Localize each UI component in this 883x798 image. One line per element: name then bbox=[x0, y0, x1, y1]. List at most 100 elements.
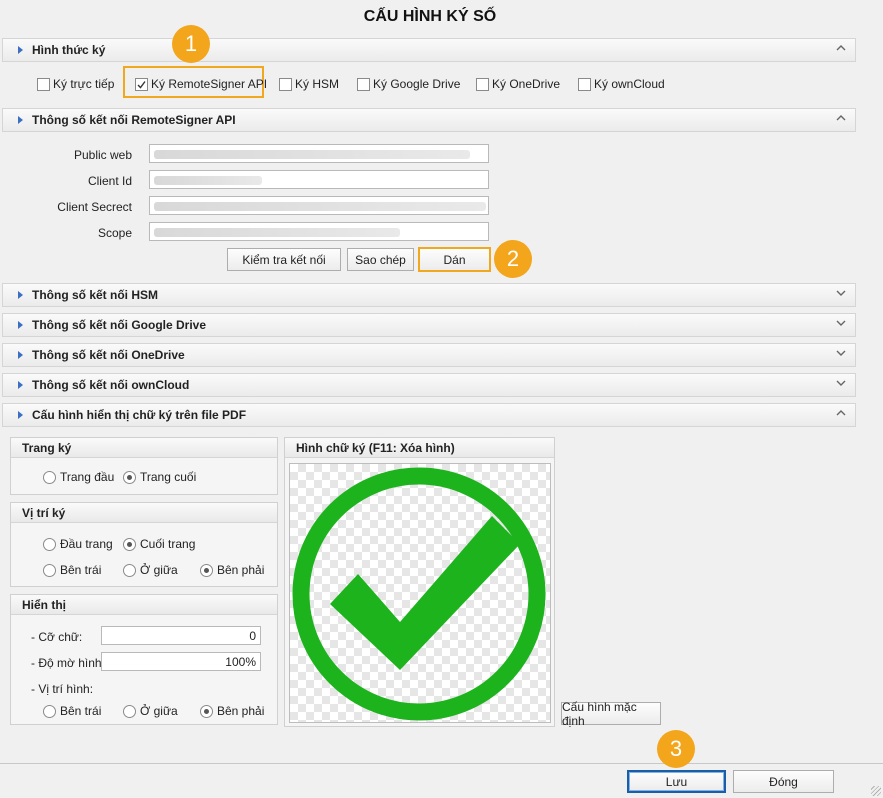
signature-image-area[interactable] bbox=[289, 463, 551, 723]
redacted-value bbox=[154, 176, 262, 185]
radio-circle[interactable] bbox=[43, 537, 56, 551]
group-display: Hiển thị - Cỡ chữ: 0 - Độ mờ hình: 100% … bbox=[10, 594, 278, 725]
radio-label: Cuối trang bbox=[140, 537, 196, 551]
checkbox-hsm[interactable]: Ký HSM bbox=[279, 77, 339, 91]
radio-circle[interactable] bbox=[43, 563, 56, 577]
radio-left[interactable]: Bên trái bbox=[43, 563, 101, 577]
section-label: Thông số kết nối Google Drive bbox=[32, 318, 207, 332]
check-icon bbox=[137, 80, 146, 89]
public-web-input[interactable] bbox=[149, 144, 489, 163]
radio-label: Trang đầu bbox=[60, 470, 115, 484]
default-config-button[interactable]: Cấu hình mặc định bbox=[561, 700, 661, 728]
expand-arrow-icon bbox=[18, 321, 23, 329]
expand-arrow-icon bbox=[18, 411, 23, 419]
radio-last-page[interactable]: Trang cuối bbox=[123, 470, 196, 484]
section-onedrive[interactable]: Thông số kết nối OneDrive bbox=[2, 343, 856, 367]
redacted-value bbox=[154, 228, 400, 237]
font-size-input[interactable]: 0 bbox=[101, 626, 261, 645]
client-id-label: Client Id bbox=[87, 174, 132, 188]
checkbox-owncloud[interactable]: Ký ownCloud bbox=[578, 77, 665, 91]
checkbox-remotesigner[interactable]: Ký RemoteSigner API bbox=[135, 77, 267, 91]
radio-image-left[interactable]: Bên trái bbox=[43, 704, 101, 718]
section-hsm[interactable]: Thông số kết nối HSM bbox=[2, 283, 856, 307]
chevron-up-icon[interactable] bbox=[836, 44, 846, 52]
step-badge-1: 1 bbox=[172, 25, 210, 63]
checkbox-onedrive[interactable]: Ký OneDrive bbox=[476, 77, 560, 91]
save-button[interactable]: Lưu bbox=[627, 770, 726, 793]
footer-divider bbox=[0, 763, 883, 764]
checkbox-box[interactable] bbox=[135, 77, 148, 91]
checkbox-box[interactable] bbox=[578, 77, 591, 91]
chevron-down-icon[interactable] bbox=[836, 349, 846, 357]
radio-circle[interactable] bbox=[123, 563, 136, 577]
checkbox-box[interactable] bbox=[279, 77, 292, 91]
group-header: Hiển thị bbox=[11, 595, 277, 615]
radio-image-middle[interactable]: Ở giữa bbox=[123, 704, 178, 718]
radio-circle[interactable] bbox=[123, 704, 136, 718]
expand-arrow-icon bbox=[18, 381, 23, 389]
radio-first-page[interactable]: Trang đầu bbox=[43, 470, 114, 484]
close-button[interactable]: Đóng bbox=[733, 770, 834, 793]
checkbox-direct-sign[interactable]: Ký trực tiếp bbox=[37, 77, 114, 91]
chevron-down-icon[interactable] bbox=[836, 379, 846, 387]
radio-circle[interactable] bbox=[123, 537, 136, 551]
chevron-down-icon[interactable] bbox=[836, 289, 846, 297]
checkbox-label: Ký OneDrive bbox=[492, 77, 561, 91]
section-label: Thông số kết nối RemoteSigner API bbox=[32, 113, 236, 127]
chevron-down-icon[interactable] bbox=[836, 319, 846, 327]
chevron-up-icon[interactable] bbox=[836, 114, 846, 122]
expand-arrow-icon bbox=[18, 116, 23, 124]
radio-circle[interactable] bbox=[43, 704, 56, 718]
radio-right[interactable]: Bên phải bbox=[200, 563, 264, 577]
test-connection-button[interactable]: Kiểm tra kết nối bbox=[227, 248, 341, 271]
group-header: Hình chữ ký (F11: Xóa hình) bbox=[285, 438, 554, 458]
checkbox-label: Ký RemoteSigner API bbox=[151, 77, 268, 91]
checkbox-label: Ký trực tiếp bbox=[53, 77, 115, 91]
copy-button[interactable]: Sao chép bbox=[347, 248, 414, 271]
section-label: Cấu hình hiển thị chữ ký trên file PDF bbox=[32, 408, 247, 422]
radio-circle[interactable] bbox=[123, 470, 136, 484]
radio-image-right[interactable]: Bên phải bbox=[200, 704, 264, 718]
radio-label: Ở giữa bbox=[140, 563, 178, 577]
checkbox-google-drive[interactable]: Ký Google Drive bbox=[357, 77, 460, 91]
radio-middle[interactable]: Ở giữa bbox=[123, 563, 178, 577]
section-label: Thông số kết nối ownCloud bbox=[32, 378, 190, 392]
dialog-title: CẤU HÌNH KÝ SỐ bbox=[363, 8, 497, 25]
checkbox-label: Ký Google Drive bbox=[373, 77, 461, 91]
client-id-input[interactable] bbox=[149, 170, 489, 189]
section-pdf-display[interactable]: Cấu hình hiển thị chữ ký trên file PDF bbox=[2, 403, 856, 427]
expand-arrow-icon bbox=[18, 351, 23, 359]
opacity-input[interactable]: 100% bbox=[101, 652, 261, 671]
chevron-up-icon[interactable] bbox=[836, 409, 846, 417]
paste-button[interactable]: Dán bbox=[418, 247, 491, 272]
radio-label: Bên phải bbox=[217, 704, 265, 718]
radio-label: Bên trái bbox=[60, 704, 102, 718]
radio-label: Đầu trang bbox=[60, 537, 113, 551]
section-owncloud[interactable]: Thông số kết nối ownCloud bbox=[2, 373, 856, 397]
radio-circle[interactable] bbox=[200, 704, 213, 718]
public-web-label: Public web bbox=[73, 148, 132, 162]
opacity-label: - Độ mờ hình: bbox=[31, 656, 105, 670]
image-position-label: - Vị trí hình: bbox=[31, 682, 94, 696]
redacted-value bbox=[154, 150, 470, 159]
radio-circle[interactable] bbox=[200, 563, 213, 577]
checkbox-box[interactable] bbox=[37, 77, 50, 91]
radio-top[interactable]: Đầu trang bbox=[43, 537, 113, 551]
resize-grip-icon[interactable] bbox=[871, 786, 881, 796]
scope-label: Scope bbox=[97, 226, 132, 240]
section-sign-method[interactable]: Hình thức ký bbox=[2, 38, 856, 62]
checkbox-box[interactable] bbox=[357, 77, 370, 91]
radio-label: Ở giữa bbox=[140, 704, 178, 718]
section-remotesigner[interactable]: Thông số kết nối RemoteSigner API bbox=[2, 108, 856, 132]
client-secret-input[interactable] bbox=[149, 196, 489, 215]
redacted-value bbox=[154, 202, 486, 211]
radio-label: Bên phải bbox=[217, 563, 265, 577]
scope-input[interactable] bbox=[149, 222, 489, 241]
radio-bottom[interactable]: Cuối trang bbox=[123, 537, 195, 551]
checkbox-label: Ký HSM bbox=[295, 77, 340, 91]
section-label: Hình thức ký bbox=[32, 43, 106, 57]
checkbox-box[interactable] bbox=[476, 77, 489, 91]
radio-label: Trang cuối bbox=[140, 470, 197, 484]
radio-circle[interactable] bbox=[43, 470, 56, 484]
section-google-drive[interactable]: Thông số kết nối Google Drive bbox=[2, 313, 856, 337]
